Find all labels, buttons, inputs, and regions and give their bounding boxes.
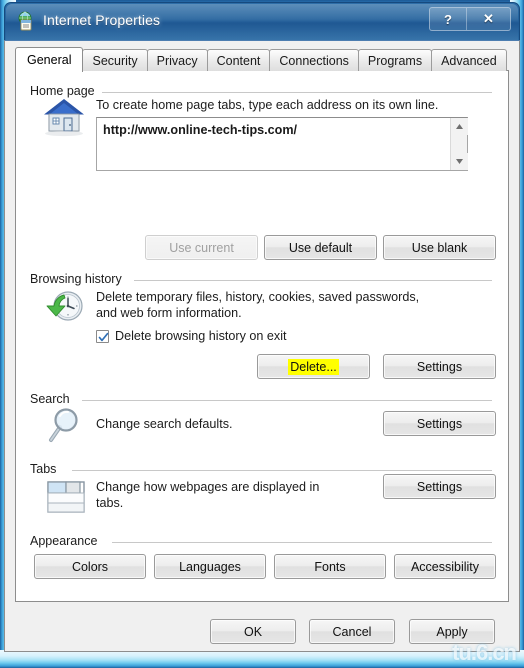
tabs-settings-button[interactable]: Settings bbox=[383, 474, 496, 499]
tab-content[interactable]: Content bbox=[206, 49, 271, 71]
scroll-up-arrow-icon[interactable] bbox=[451, 118, 468, 135]
cancel-button[interactable]: Cancel bbox=[309, 619, 395, 644]
home-page-url-textarea[interactable]: http://www.online-tech-tips.com/ bbox=[96, 117, 468, 171]
tab-advanced[interactable]: Advanced bbox=[431, 49, 507, 71]
use-default-button[interactable]: Use default bbox=[264, 235, 377, 260]
home-page-group-label: Home page bbox=[30, 84, 101, 98]
clock-refresh-icon bbox=[42, 287, 88, 332]
delete-button[interactable]: Delete... bbox=[257, 354, 370, 379]
ok-button[interactable]: OK bbox=[210, 619, 296, 644]
home-page-group-rule bbox=[102, 92, 492, 93]
accessibility-button[interactable]: Accessibility bbox=[394, 554, 496, 579]
scroll-down-arrow-icon[interactable] bbox=[451, 153, 468, 170]
browsing-history-group-label: Browsing history bbox=[30, 272, 128, 286]
house-icon bbox=[40, 94, 88, 143]
appearance-group-rule bbox=[112, 542, 492, 543]
use-blank-button[interactable]: Use blank bbox=[383, 235, 496, 260]
browsing-history-settings-button[interactable]: Settings bbox=[383, 354, 496, 379]
tabs-description-line1: Change how webpages are displayed in bbox=[96, 480, 320, 494]
tab-connections[interactable]: Connections bbox=[269, 49, 359, 71]
tab-privacy[interactable]: Privacy bbox=[146, 49, 208, 71]
fonts-button[interactable]: Fonts bbox=[274, 554, 386, 579]
title-bar[interactable]: Internet Properties ? ✕ bbox=[4, 2, 520, 40]
search-description: Change search defaults. bbox=[96, 417, 233, 431]
general-tab-page: Home page To create home page tabs, type… bbox=[15, 70, 509, 602]
internet-properties-dialog: General Security Privacy Content Connect… bbox=[4, 40, 520, 652]
home-page-url-value: http://www.online-tech-tips.com/ bbox=[103, 123, 298, 137]
browsing-history-description-line1: Delete temporary files, history, cookies… bbox=[96, 290, 420, 304]
frame-bottom-edge bbox=[0, 650, 524, 668]
search-group: Search bbox=[30, 392, 492, 408]
delete-browsing-history-on-exit-checkbox[interactable]: Delete browsing history on exit bbox=[96, 329, 287, 343]
colors-button[interactable]: Colors bbox=[34, 554, 146, 579]
caption-buttons: ? ✕ bbox=[429, 7, 511, 31]
window-frame: Internet Properties ? ✕ General Security… bbox=[0, 0, 524, 668]
appearance-group-label: Appearance bbox=[30, 534, 104, 548]
tab-general[interactable]: General bbox=[15, 47, 84, 72]
browsing-history-group-rule bbox=[134, 280, 492, 281]
tabs-group-rule bbox=[72, 470, 492, 471]
window-title: Internet Properties bbox=[43, 12, 161, 28]
browser-tabs-icon bbox=[44, 477, 88, 522]
checkbox-label: Delete browsing history on exit bbox=[115, 329, 287, 343]
browsing-history-group: Browsing history bbox=[30, 272, 492, 288]
help-button[interactable]: ? bbox=[430, 8, 466, 30]
delete-button-label: Delete... bbox=[288, 358, 339, 375]
internet-properties-icon bbox=[16, 11, 36, 31]
search-settings-button[interactable]: Settings bbox=[383, 411, 496, 436]
search-group-rule bbox=[82, 400, 492, 401]
search-group-label: Search bbox=[30, 392, 76, 406]
tabs-description-line2: tabs. bbox=[96, 496, 124, 510]
appearance-group: Appearance bbox=[30, 534, 492, 550]
close-button[interactable]: ✕ bbox=[466, 8, 510, 30]
checkbox-box[interactable] bbox=[96, 329, 109, 343]
tabs-group-label: Tabs bbox=[30, 462, 63, 476]
use-current-button: Use current bbox=[145, 235, 258, 260]
browsing-history-description-line2: and web form information. bbox=[96, 306, 242, 320]
languages-button[interactable]: Languages bbox=[154, 554, 266, 579]
apply-button[interactable]: Apply bbox=[409, 619, 495, 644]
tab-strip: General Security Privacy Content Connect… bbox=[15, 47, 507, 72]
magnifier-icon bbox=[44, 405, 88, 452]
home-page-description: To create home page tabs, type each addr… bbox=[96, 98, 439, 112]
tab-security[interactable]: Security bbox=[82, 49, 148, 71]
home-page-url-scrollbar[interactable] bbox=[450, 118, 468, 170]
tab-programs[interactable]: Programs bbox=[357, 49, 433, 71]
